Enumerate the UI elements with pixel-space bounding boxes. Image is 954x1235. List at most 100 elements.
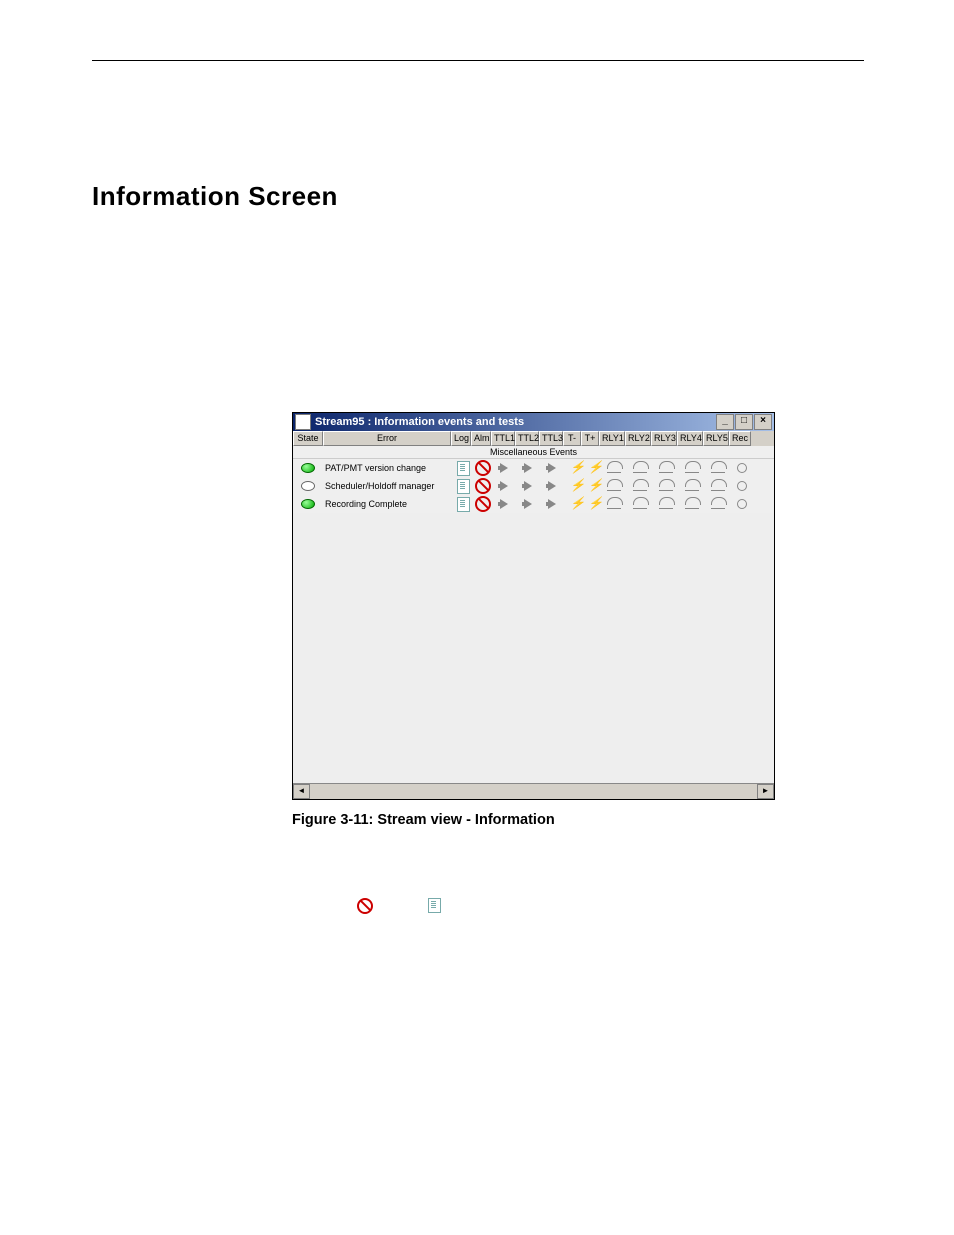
record-icon xyxy=(737,463,747,473)
state-led-icon xyxy=(301,463,315,473)
rly1-cell[interactable] xyxy=(601,500,627,509)
arrow-icon xyxy=(500,481,510,491)
col-tplus[interactable]: T+ xyxy=(581,431,599,446)
ttl2-cell[interactable] xyxy=(517,463,541,473)
relay-icon xyxy=(711,500,725,509)
col-error[interactable]: Error xyxy=(323,431,451,446)
log-icon xyxy=(457,461,470,476)
rec-cell[interactable] xyxy=(731,499,753,509)
log-page-icon xyxy=(428,898,441,913)
ttl3-cell[interactable] xyxy=(541,481,565,491)
tplus-cell[interactable] xyxy=(583,462,601,474)
rly4-cell[interactable] xyxy=(679,482,705,491)
col-rec[interactable]: Rec xyxy=(729,431,751,446)
error-cell: Scheduler/Holdoff manager xyxy=(323,481,453,491)
empty-body xyxy=(293,513,774,783)
lightning-icon xyxy=(570,480,578,492)
col-ttl2[interactable]: TTL2 xyxy=(515,431,539,446)
alarm-icon xyxy=(357,898,373,914)
maximize-button[interactable]: □ xyxy=(735,414,753,430)
title-bar[interactable]: Stream95 : Information events and tests … xyxy=(293,413,774,431)
col-tminus[interactable]: T- xyxy=(563,431,581,446)
ttl2-cell[interactable] xyxy=(517,481,541,491)
horizontal-scrollbar[interactable]: ◄ ► xyxy=(293,783,774,799)
tplus-cell[interactable] xyxy=(583,498,601,510)
tminus-cell[interactable] xyxy=(565,498,583,510)
ttl1-cell[interactable] xyxy=(493,463,517,473)
relay-icon xyxy=(659,482,673,491)
rly5-cell[interactable] xyxy=(705,482,731,491)
log-cell[interactable] xyxy=(453,461,473,476)
record-icon xyxy=(737,499,747,509)
tminus-cell[interactable] xyxy=(565,480,583,492)
relay-icon xyxy=(685,482,699,491)
rows-container: PAT/PMT version change Scheduler/Holdoff … xyxy=(293,459,774,513)
relay-icon xyxy=(685,464,699,473)
relay-icon xyxy=(659,464,673,473)
alm-cell[interactable] xyxy=(473,478,493,494)
arrow-icon xyxy=(524,481,534,491)
ttl3-cell[interactable] xyxy=(541,463,565,473)
rly2-cell[interactable] xyxy=(627,464,653,473)
scroll-right-button[interactable]: ► xyxy=(757,784,774,799)
rly3-cell[interactable] xyxy=(653,464,679,473)
arrow-icon xyxy=(548,499,558,509)
col-ttl1[interactable]: TTL1 xyxy=(491,431,515,446)
rly2-cell[interactable] xyxy=(627,500,653,509)
rly1-cell[interactable] xyxy=(601,464,627,473)
col-ttl3[interactable]: TTL3 xyxy=(539,431,563,446)
record-icon xyxy=(737,481,747,491)
state-led-icon xyxy=(301,499,315,509)
rly3-cell[interactable] xyxy=(653,482,679,491)
alm-cell[interactable] xyxy=(473,460,493,476)
alarm-icon xyxy=(475,460,491,476)
scroll-left-button[interactable]: ◄ xyxy=(293,784,310,799)
arrow-icon xyxy=(548,481,558,491)
rly5-cell[interactable] xyxy=(705,500,731,509)
lightning-icon xyxy=(588,480,596,492)
error-cell: PAT/PMT version change xyxy=(323,463,453,473)
table-row[interactable]: Recording Complete xyxy=(293,495,774,513)
col-rly4[interactable]: RLY4 xyxy=(677,431,703,446)
ttl1-cell[interactable] xyxy=(493,481,517,491)
window-title: Stream95 : Information events and tests xyxy=(315,416,524,428)
col-log[interactable]: Log xyxy=(451,431,471,446)
col-rly3[interactable]: RLY3 xyxy=(651,431,677,446)
window-icon xyxy=(295,414,311,430)
rec-cell[interactable] xyxy=(731,481,753,491)
col-rly2[interactable]: RLY2 xyxy=(625,431,651,446)
ttl2-cell[interactable] xyxy=(517,499,541,509)
state-cell xyxy=(293,463,323,473)
table-row[interactable]: Scheduler/Holdoff manager xyxy=(293,477,774,495)
tminus-cell[interactable] xyxy=(565,462,583,474)
rly4-cell[interactable] xyxy=(679,500,705,509)
arrow-icon xyxy=(524,499,534,509)
relay-icon xyxy=(633,500,647,509)
ttl3-cell[interactable] xyxy=(541,499,565,509)
ttl1-cell[interactable] xyxy=(493,499,517,509)
top-rule xyxy=(92,60,864,61)
log-cell[interactable] xyxy=(453,497,473,512)
close-button[interactable]: × xyxy=(754,414,772,430)
col-rly5[interactable]: RLY5 xyxy=(703,431,729,446)
alm-cell[interactable] xyxy=(473,496,493,512)
table-row[interactable]: PAT/PMT version change xyxy=(293,459,774,477)
arrow-icon xyxy=(524,463,534,473)
col-alm[interactable]: Alm xyxy=(471,431,491,446)
relay-icon xyxy=(607,500,621,509)
error-cell: Recording Complete xyxy=(323,499,453,509)
rly5-cell[interactable] xyxy=(705,464,731,473)
inline-icons xyxy=(357,898,864,914)
relay-icon xyxy=(633,464,647,473)
rec-cell[interactable] xyxy=(731,463,753,473)
minimize-button[interactable]: _ xyxy=(716,414,734,430)
log-cell[interactable] xyxy=(453,479,473,494)
tplus-cell[interactable] xyxy=(583,480,601,492)
rly1-cell[interactable] xyxy=(601,482,627,491)
rly2-cell[interactable] xyxy=(627,482,653,491)
rly4-cell[interactable] xyxy=(679,464,705,473)
col-state[interactable]: State xyxy=(293,431,323,446)
relay-icon xyxy=(659,500,673,509)
rly3-cell[interactable] xyxy=(653,500,679,509)
col-rly1[interactable]: RLY1 xyxy=(599,431,625,446)
